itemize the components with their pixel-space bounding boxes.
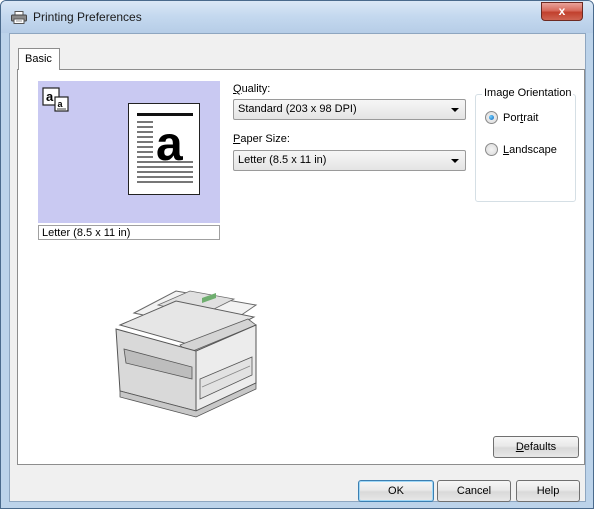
preview-page-content: a (137, 113, 193, 183)
ok-button[interactable]: OK (358, 480, 434, 502)
printer-illustration (115, 290, 258, 418)
printing-preferences-window: Printing Preferences x Basic a a a Lette… (0, 0, 594, 509)
quality-select[interactable]: Standard (203 x 98 DPI) (233, 99, 466, 120)
svg-text:a: a (46, 89, 54, 104)
orientation-landscape-label: Landscape (503, 143, 557, 156)
paper-size-select[interactable]: Letter (8.5 x 11 in) (233, 150, 466, 171)
chevron-down-icon (451, 108, 459, 112)
title-bar[interactable]: Printing Preferences x (1, 1, 593, 33)
chevron-down-icon (451, 159, 459, 163)
paper-size-value: Letter (8.5 x 11 in) (238, 154, 327, 166)
printer-icon (11, 11, 27, 24)
preview-page: a (128, 103, 200, 195)
radio-unchecked-icon (485, 143, 498, 156)
preview-letter: a (156, 118, 183, 171)
close-button[interactable]: x (541, 2, 583, 21)
tab-basic[interactable]: Basic (18, 48, 60, 70)
basic-tab-panel: a a a Letter (8.5 x 11 in) Quality: Stan… (17, 69, 585, 465)
cancel-button[interactable]: Cancel (437, 480, 511, 502)
close-icon: x (558, 4, 566, 18)
paper-size-readout: Letter (8.5 x 11 in) (38, 225, 220, 240)
paper-size-label: Paper Size: (233, 133, 290, 145)
radio-checked-icon (485, 111, 498, 124)
tab-label: Basic (25, 53, 52, 65)
dialog-client-area: Basic a a a Letter (8.5 x 11 in) Quality… (9, 33, 586, 502)
orientation-portrait-radio[interactable]: Portrait (485, 111, 538, 124)
help-button[interactable]: Help (516, 480, 580, 502)
image-orientation-title: Image Orientation (482, 87, 574, 99)
quality-value: Standard (203 x 98 DPI) (238, 103, 357, 115)
orientation-portrait-label: Portrait (503, 111, 539, 124)
orientation-landscape-radio[interactable]: Landscape (485, 143, 557, 156)
layout-icon: a a (42, 87, 69, 112)
defaults-button[interactable]: Defaults (493, 436, 579, 458)
quality-label: Quality: (233, 83, 271, 95)
page-preview: a a a (38, 81, 220, 223)
window-title: Printing Preferences (33, 10, 142, 24)
